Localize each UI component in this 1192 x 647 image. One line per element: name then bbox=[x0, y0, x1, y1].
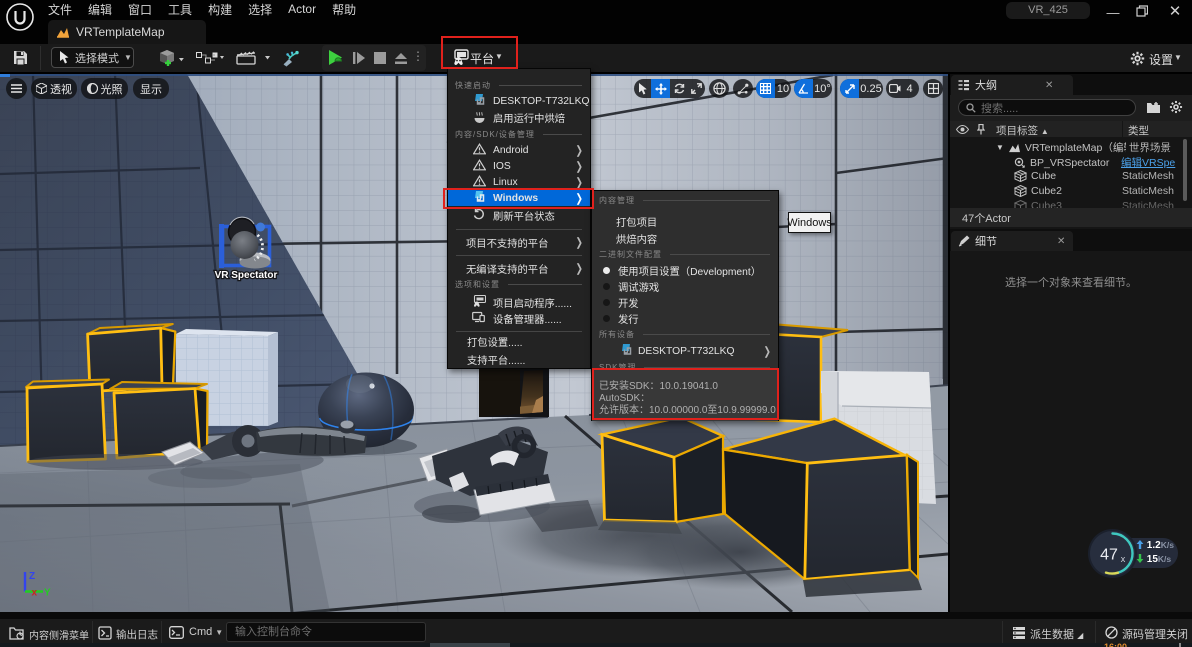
svg-text:Y: Y bbox=[44, 588, 51, 599]
svg-text:x: x bbox=[1121, 554, 1126, 564]
svg-text:Z: Z bbox=[29, 571, 35, 582]
svg-text:x: x bbox=[32, 588, 38, 599]
svg-text:VR Spectator: VR Spectator bbox=[215, 270, 278, 281]
svg-text:47: 47 bbox=[1100, 547, 1118, 564]
